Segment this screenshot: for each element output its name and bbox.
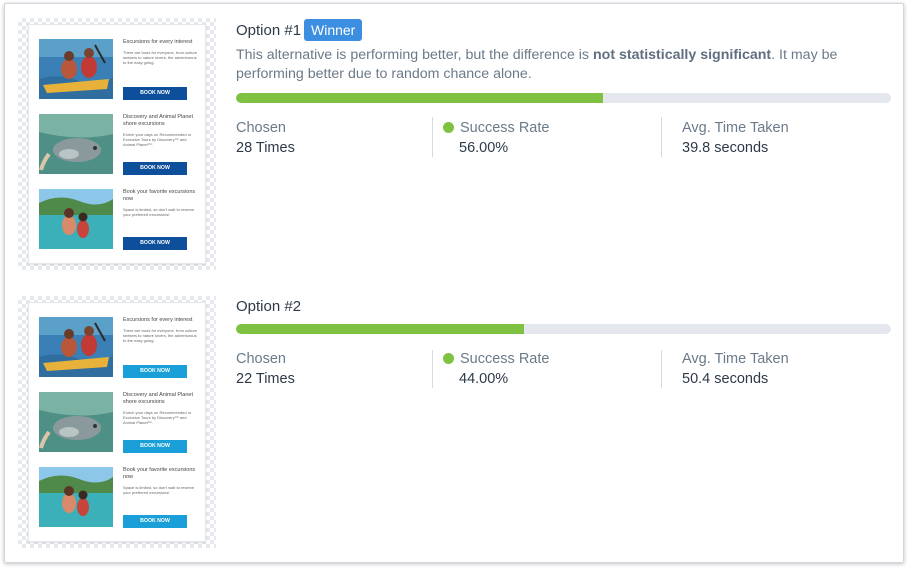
results-panel: Excursions for every interest There are …: [4, 3, 904, 563]
row-body: There are tours for everyone, from cultu…: [123, 50, 198, 66]
row-text: Excursions for every interest There are …: [123, 39, 199, 66]
divider: [432, 350, 433, 388]
avg-time-stat: Avg. Time Taken 39.8 seconds: [682, 120, 789, 156]
option-title: Option #2: [236, 298, 302, 315]
success-rate-label: Success Rate: [460, 351, 550, 367]
success-rate-stat: Success Rate 56.00%: [443, 120, 549, 156]
divider: [432, 117, 433, 157]
row-text: Book your favorite excursions now Space …: [123, 467, 199, 495]
row-body: Space is limited, so don't wait to reser…: [123, 485, 195, 496]
progress-fill: [236, 93, 603, 103]
kayak-photo: [39, 39, 113, 99]
book-now-button[interactable]: BOOK NOW: [123, 162, 187, 175]
avg-time-stat: Avg. Time Taken 50.4 seconds: [682, 351, 789, 387]
email-row-book: Book your favorite excursions now Space …: [39, 189, 199, 251]
avg-time-label: Avg. Time Taken: [682, 351, 789, 367]
significance-description: This alternative is performing better, b…: [236, 46, 896, 84]
desc-bold: not statistically significant: [592, 47, 772, 63]
email-row-discovery: Discovery and Animal Planet shore excurs…: [39, 114, 199, 176]
row-title: Excursions for every interest: [123, 317, 193, 323]
kayak-photo: [39, 317, 113, 377]
book-now-button[interactable]: BOOK NOW: [123, 515, 187, 528]
row-text: Excursions for every interest There are …: [123, 317, 199, 344]
beach-photo: [39, 467, 113, 527]
row-body: Enrich your days on Recommended or Exclu…: [123, 410, 192, 426]
success-rate-label: Success Rate: [460, 120, 550, 136]
email-card: Excursions for every interest There are …: [28, 24, 206, 264]
chosen-stat: Chosen 22 Times: [236, 351, 295, 387]
book-now-button[interactable]: BOOK NOW: [123, 87, 187, 100]
green-dot-icon: [443, 353, 454, 364]
winner-badge: Winner: [304, 19, 363, 41]
success-rate-value: 56.00%: [459, 140, 509, 156]
email-row-excursions: Excursions for every interest There are …: [39, 39, 199, 101]
avg-time-label: Avg. Time Taken: [682, 120, 789, 136]
success-progress-bar: [236, 324, 891, 334]
book-now-button[interactable]: BOOK NOW: [123, 365, 187, 378]
progress-fill: [236, 324, 525, 334]
desc-pre: This alternative is performing better, b…: [236, 47, 593, 63]
row-body: There are tours for everyone, from cultu…: [123, 328, 198, 344]
dolphin-photo: [39, 392, 113, 452]
option-title: Option #1: [236, 22, 302, 39]
dolphin-photo: [39, 114, 113, 174]
row-title: Book your favorite excursions now: [123, 189, 196, 202]
email-row-excursions: Excursions for every interest There are …: [39, 317, 199, 379]
row-text: Book your favorite excursions now Space …: [123, 189, 199, 217]
row-title: Discovery and Animal Planet shore excurs…: [123, 114, 194, 127]
email-preview-1[interactable]: Excursions for every interest There are …: [18, 18, 216, 270]
row-title: Discovery and Animal Planet shore excurs…: [123, 392, 194, 405]
beach-photo: [39, 189, 113, 249]
chosen-stat: Chosen 28 Times: [236, 120, 295, 156]
success-rate-stat: Success Rate 44.00%: [443, 351, 549, 387]
success-rate-label-wrap: Success Rate: [443, 351, 549, 367]
avg-time-value: 50.4 seconds: [682, 371, 769, 387]
green-dot-icon: [443, 122, 454, 133]
email-row-book: Book your favorite excursions now Space …: [39, 467, 199, 529]
row-body: Enrich your days on Recommended or Exclu…: [123, 132, 192, 148]
chosen-value: 28 Times: [236, 140, 295, 156]
success-rate-value: 44.00%: [459, 371, 509, 387]
option-1-section: Excursions for every interest There are …: [5, 4, 905, 272]
book-now-button[interactable]: BOOK NOW: [123, 237, 187, 250]
divider: [661, 350, 662, 388]
chosen-label: Chosen: [236, 120, 286, 136]
option-2-section: Excursions for every interest There are …: [5, 294, 905, 556]
email-card: Excursions for every interest There are …: [28, 302, 206, 542]
email-preview-2[interactable]: Excursions for every interest There are …: [18, 296, 216, 548]
success-progress-bar: [236, 93, 891, 103]
success-rate-label-wrap: Success Rate: [443, 120, 549, 136]
row-text: Discovery and Animal Planet shore excurs…: [123, 114, 199, 148]
chosen-value: 22 Times: [236, 371, 295, 387]
row-title: Book your favorite excursions now: [123, 467, 196, 480]
book-now-button[interactable]: BOOK NOW: [123, 440, 187, 453]
row-text: Discovery and Animal Planet shore excurs…: [123, 392, 199, 426]
row-body: Space is limited, so don't wait to reser…: [123, 207, 195, 218]
divider: [661, 117, 662, 157]
chosen-label: Chosen: [236, 351, 286, 367]
avg-time-value: 39.8 seconds: [682, 140, 769, 156]
email-row-discovery: Discovery and Animal Planet shore excurs…: [39, 392, 199, 454]
row-title: Excursions for every interest: [123, 39, 193, 45]
